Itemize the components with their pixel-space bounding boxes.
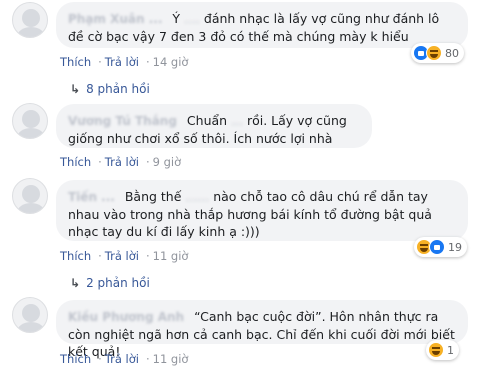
reaction-count: 1: [447, 343, 454, 357]
view-replies-link[interactable]: ↳ 2 phản hồi: [70, 276, 150, 290]
avatar[interactable]: [12, 2, 48, 38]
timestamp[interactable]: 11 giờ: [153, 249, 189, 263]
commenter-name[interactable]: Kiều Phương Anh: [68, 310, 184, 324]
comment-actions: Thích · Trả lời · 11 giờ: [60, 352, 189, 366]
view-replies-link[interactable]: ↳ 8 phản hồi: [70, 82, 150, 96]
reply-link[interactable]: Trả lời: [105, 352, 139, 366]
reply-arrow-icon: ↳: [70, 82, 81, 96]
replies-count: 2 phản hồi: [86, 276, 150, 290]
reply-arrow-icon: ↳: [70, 276, 81, 290]
reaction-count: 80: [445, 46, 459, 60]
reaction-summary[interactable]: 80: [411, 43, 464, 63]
comment-bubble: Phạm Xuân ... Ý .... đánh nhạc là lấy vợ…: [56, 2, 468, 48]
timestamp[interactable]: 14 giờ: [153, 55, 189, 69]
comment-bubble: Kiều Phương Anh “Canh bạc cuộc đời”. Hôn…: [56, 300, 468, 359]
timestamp[interactable]: 11 giờ: [153, 352, 189, 366]
reply-link[interactable]: Trả lời: [105, 55, 139, 69]
comment-actions: Thích · Trả lời · 9 giờ: [60, 155, 182, 169]
avatar[interactable]: [12, 178, 48, 214]
comment-text-blurred: ....: [184, 11, 200, 26]
comment-text-start: Bằng thế: [124, 189, 186, 204]
reply-link[interactable]: Trả lời: [105, 155, 139, 169]
replies-count: 8 phản hồi: [86, 82, 150, 96]
commenter-name[interactable]: Vương Tú Thắng: [68, 114, 177, 128]
comment-text-start: Ý: [172, 11, 184, 26]
comment-bubble: Tiến ... Bằng thế ...... nào chỗ tao cô …: [56, 180, 468, 241]
reaction-summary[interactable]: 19: [414, 237, 467, 257]
commenter-name[interactable]: Tiến ...: [68, 190, 115, 204]
reaction-summary[interactable]: 1: [426, 340, 459, 360]
comment-text-blurred: ......: [185, 189, 210, 204]
timestamp[interactable]: 9 giờ: [153, 155, 182, 169]
avatar[interactable]: [12, 103, 48, 139]
like-link[interactable]: Thích: [60, 352, 91, 366]
commenter-name[interactable]: Phạm Xuân ...: [68, 12, 162, 26]
comment-text-blurred: ...: [231, 113, 243, 128]
comment-actions: Thích · Trả lời · 11 giờ: [60, 249, 189, 263]
avatar[interactable]: [12, 297, 48, 333]
like-reaction-icon: [429, 239, 445, 255]
comment-bubble: Vương Tú Thắng Chuẩn ... rồi. Lấy vợ cũn…: [56, 104, 372, 148]
comment-actions: Thích · Trả lời · 14 giờ: [60, 55, 189, 69]
comment-text-rest: nào chỗ tao cô dâu chú rể dẫn tay nhau v…: [68, 189, 432, 239]
reaction-count: 19: [448, 240, 462, 254]
like-link[interactable]: Thích: [60, 249, 91, 263]
reply-link[interactable]: Trả lời: [105, 249, 139, 263]
haha-reaction-icon: [428, 342, 444, 358]
comment-text-start: Chuẩn: [186, 113, 232, 128]
like-link[interactable]: Thích: [60, 55, 91, 69]
like-link[interactable]: Thích: [60, 155, 91, 169]
haha-reaction-icon: [426, 45, 442, 61]
